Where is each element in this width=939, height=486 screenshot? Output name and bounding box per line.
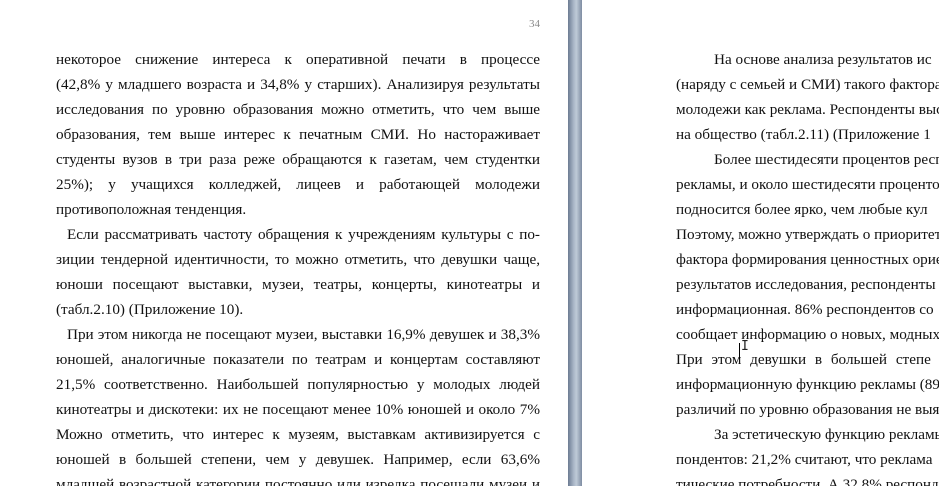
text-line: Если рассматривать частоту обращения к у… [67, 226, 540, 243]
text-line: пондентов: 21,2% считают, что реклама [676, 451, 933, 468]
text-line: На основе анализа результатов ис [714, 51, 932, 68]
text-line: результатов исследования, респонденты с [676, 276, 939, 293]
text-line: (наряду с семьей и СМИ) такого фактора ф [676, 76, 939, 93]
text-line: молодежи как реклама. Респонденты выс [676, 101, 939, 118]
text-line: сообщает информацию о новых, модных [676, 326, 939, 343]
text-line: При этом никогда не посещают музеи, выст… [67, 326, 540, 343]
document-page-right[interactable]: На основе анализа результатов ис (наряду… [582, 0, 939, 486]
text-line: студенты вузов в три раза реже обращаютс… [56, 151, 540, 168]
text-line: противоположная тенденция. [56, 201, 247, 218]
text-line: 21,5% соответственно. Наибольшей популяр… [56, 376, 540, 393]
text-line: При этом девушки в большей степе [676, 351, 931, 368]
text-line: подносится более ярко, чем любые кул [676, 201, 928, 218]
text-line: (42,8% у младшего возраста и 34,8% у ста… [56, 76, 540, 93]
text-line: юноши посещают выставки, музеи, театры, … [56, 276, 540, 293]
right-page-text[interactable]: На основе анализа результатов ис (наряду… [676, 47, 939, 486]
text-line: информационную функцию рекламы (89,6 [676, 376, 939, 393]
text-line: различий по уровню образования не выя [676, 401, 939, 418]
text-line: Можно отметить, что интерес к музеям, вы… [56, 426, 540, 443]
text-line: юношей в большей степени, чем у девушек.… [56, 451, 540, 468]
text-line: Более шестидесяти процентов респ [714, 151, 939, 168]
text-line: образования, тем выше интерес к печатным… [56, 126, 540, 143]
text-line: Поэтому, можно утверждать о приоритетн [676, 226, 939, 243]
page-gap [568, 0, 582, 486]
text-line: информационная. 86% респондентов со [676, 301, 934, 318]
text-line: (табл.2.10) (Приложение 10). [56, 301, 244, 318]
text-cursor [739, 343, 740, 359]
page-number: 34 [529, 18, 540, 30]
text-line: За эстетическую функцию рекламы [714, 426, 939, 443]
text-line: кинотеатры и дискотеки: их не посещают м… [56, 401, 540, 418]
text-line: 25%); у учащихся колледжей, лицеев и раб… [56, 176, 540, 193]
text-line: на общество (табл.2.11) (Приложение 1 [676, 126, 931, 143]
ibeam-cursor-icon: I [741, 339, 749, 354]
text-line: младшей возрастной категории постоянно и… [56, 476, 540, 486]
document-page-left[interactable]: 34 некоторое снижение интереса к операти… [0, 0, 568, 486]
text-line: исследования по уровню образования можно… [56, 101, 540, 118]
left-page-text[interactable]: некоторое снижение интереса к оперативно… [56, 47, 540, 486]
text-line: юношей, аналогичные показатели по театра… [56, 351, 540, 368]
text-line: фактора формирования ценностных ориен [676, 251, 939, 268]
text-line: тические потребности. А 32,8% респонден [676, 476, 939, 486]
text-line: зиции тендерной идентичности, то можно о… [56, 251, 540, 268]
text-line: некоторое снижение интереса к оперативно… [56, 51, 540, 68]
text-line: рекламы, и около шестидесяти процентов [676, 176, 939, 193]
